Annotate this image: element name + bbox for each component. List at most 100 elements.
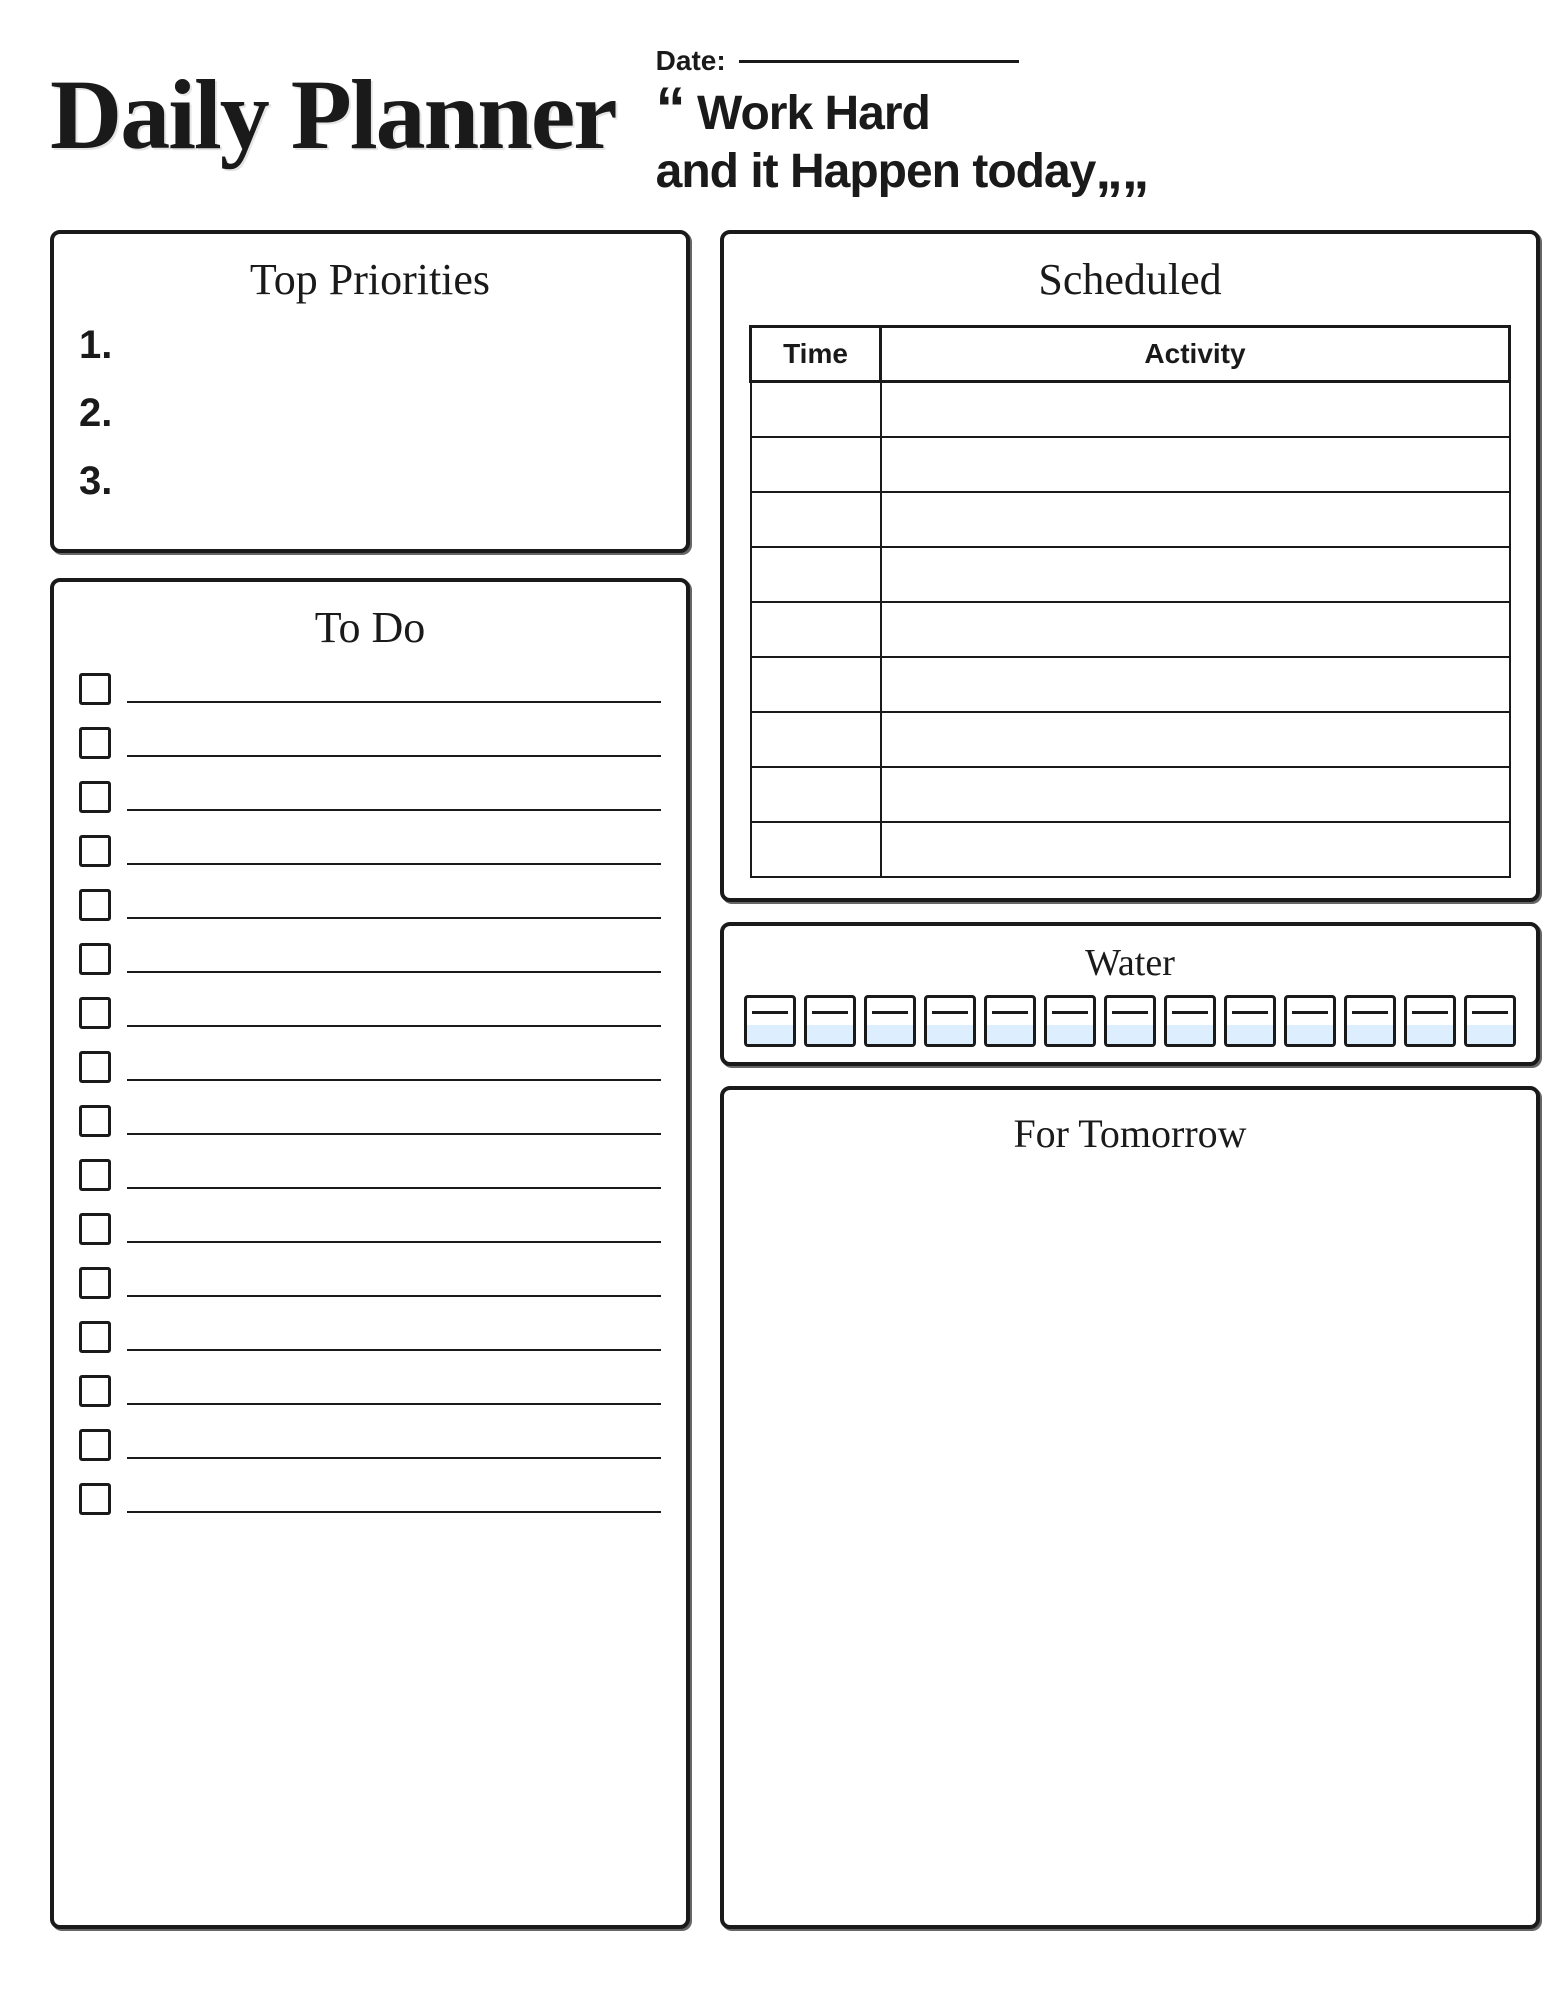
schedule-time[interactable] — [751, 767, 881, 822]
scheduled-title: Scheduled — [749, 254, 1511, 305]
schedule-time[interactable] — [751, 382, 881, 437]
water-glass-7[interactable] — [1104, 995, 1156, 1047]
todo-checkbox[interactable] — [79, 1429, 111, 1461]
todo-item — [79, 943, 661, 975]
water-glasses — [744, 995, 1516, 1047]
schedule-activity[interactable] — [881, 437, 1510, 492]
priority-item-3: 3. — [79, 461, 661, 501]
page-title: Daily Planner — [50, 60, 616, 170]
water-glass-8[interactable] — [1164, 995, 1216, 1047]
todo-item — [79, 1051, 661, 1083]
todo-line[interactable] — [127, 1107, 661, 1135]
schedule-row — [751, 657, 1510, 712]
todo-item — [79, 1267, 661, 1299]
todo-checkbox[interactable] — [79, 1159, 111, 1191]
todo-line[interactable] — [127, 945, 661, 973]
schedule-time[interactable] — [751, 602, 881, 657]
water-glass-4[interactable] — [924, 995, 976, 1047]
todo-item — [79, 1483, 661, 1515]
schedule-activity[interactable] — [881, 382, 1510, 437]
todo-item — [79, 673, 661, 705]
todo-checkbox[interactable] — [79, 1213, 111, 1245]
todo-line[interactable] — [127, 675, 661, 703]
schedule-activity[interactable] — [881, 822, 1510, 877]
water-glass-11[interactable] — [1344, 995, 1396, 1047]
todo-checkbox[interactable] — [79, 727, 111, 759]
water-glass-2[interactable] — [804, 995, 856, 1047]
schedule-activity[interactable] — [881, 602, 1510, 657]
schedule-time[interactable] — [751, 492, 881, 547]
todo-item — [79, 1321, 661, 1353]
col-activity: Activity — [881, 327, 1510, 382]
todo-item — [79, 1213, 661, 1245]
water-glass-9[interactable] — [1224, 995, 1276, 1047]
water-glass-10[interactable] — [1284, 995, 1336, 1047]
schedule-time[interactable] — [751, 712, 881, 767]
schedule-row — [751, 547, 1510, 602]
schedule-activity[interactable] — [881, 657, 1510, 712]
schedule-row — [751, 492, 1510, 547]
water-glass-3[interactable] — [864, 995, 916, 1047]
tomorrow-section: For Tomorrow — [720, 1086, 1540, 1930]
date-line: Date: — [656, 45, 1496, 77]
water-glass-13[interactable] — [1464, 995, 1516, 1047]
todo-checkbox[interactable] — [79, 781, 111, 813]
quote-line2: and it Happen today — [656, 145, 1096, 198]
left-column: Top Priorities 1. 2. 3. To Do — [50, 230, 690, 1929]
schedule-row — [751, 712, 1510, 767]
priority-item-1: 1. — [79, 325, 661, 365]
todo-item — [79, 889, 661, 921]
schedule-time[interactable] — [751, 657, 881, 712]
water-title: Water — [744, 941, 1516, 985]
tomorrow-title: For Tomorrow — [749, 1110, 1511, 1157]
water-glass-6[interactable] — [1044, 995, 1096, 1047]
todo-checkbox[interactable] — [79, 943, 111, 975]
todo-checkbox[interactable] — [79, 1105, 111, 1137]
todo-line[interactable] — [127, 1485, 661, 1513]
todo-item — [79, 997, 661, 1029]
priority-number-3: 3. — [79, 459, 112, 503]
todo-line[interactable] — [127, 999, 661, 1027]
title-section: Daily Planner — [50, 60, 616, 170]
todo-line[interactable] — [127, 837, 661, 865]
todo-line[interactable] — [127, 1431, 661, 1459]
col-time: Time — [751, 327, 881, 382]
schedule-activity[interactable] — [881, 547, 1510, 602]
water-glass-5[interactable] — [984, 995, 1036, 1047]
todo-line[interactable] — [127, 1269, 661, 1297]
schedule-row — [751, 822, 1510, 877]
todo-checkbox[interactable] — [79, 835, 111, 867]
schedule-time[interactable] — [751, 437, 881, 492]
schedule-row — [751, 437, 1510, 492]
todo-checkbox[interactable] — [79, 1321, 111, 1353]
todo-item — [79, 1429, 661, 1461]
schedule-activity[interactable] — [881, 492, 1510, 547]
date-underline[interactable] — [739, 60, 1019, 63]
todo-line[interactable] — [127, 891, 661, 919]
main-content: Top Priorities 1. 2. 3. To Do — [50, 230, 1496, 1929]
todo-line[interactable] — [127, 1161, 661, 1189]
todo-checkbox[interactable] — [79, 673, 111, 705]
right-column: Scheduled Time Activity — [720, 230, 1540, 1929]
todo-line[interactable] — [127, 729, 661, 757]
todo-checkbox[interactable] — [79, 997, 111, 1029]
todo-checkbox[interactable] — [79, 1267, 111, 1299]
schedule-activity[interactable] — [881, 767, 1510, 822]
schedule-time[interactable] — [751, 822, 881, 877]
todo-title: To Do — [79, 602, 661, 653]
todo-line[interactable] — [127, 783, 661, 811]
todo-item — [79, 1159, 661, 1191]
schedule-activity[interactable] — [881, 712, 1510, 767]
todo-line[interactable] — [127, 1377, 661, 1405]
todo-line[interactable] — [127, 1215, 661, 1243]
todo-checkbox[interactable] — [79, 1483, 111, 1515]
todo-checkbox[interactable] — [79, 1051, 111, 1083]
quote-text: “ Work Hard and it Happen today”” — [656, 85, 1496, 200]
todo-line[interactable] — [127, 1053, 661, 1081]
todo-checkbox[interactable] — [79, 1375, 111, 1407]
water-glass-1[interactable] — [744, 995, 796, 1047]
todo-checkbox[interactable] — [79, 889, 111, 921]
schedule-time[interactable] — [751, 547, 881, 602]
todo-line[interactable] — [127, 1323, 661, 1351]
water-glass-12[interactable] — [1404, 995, 1456, 1047]
